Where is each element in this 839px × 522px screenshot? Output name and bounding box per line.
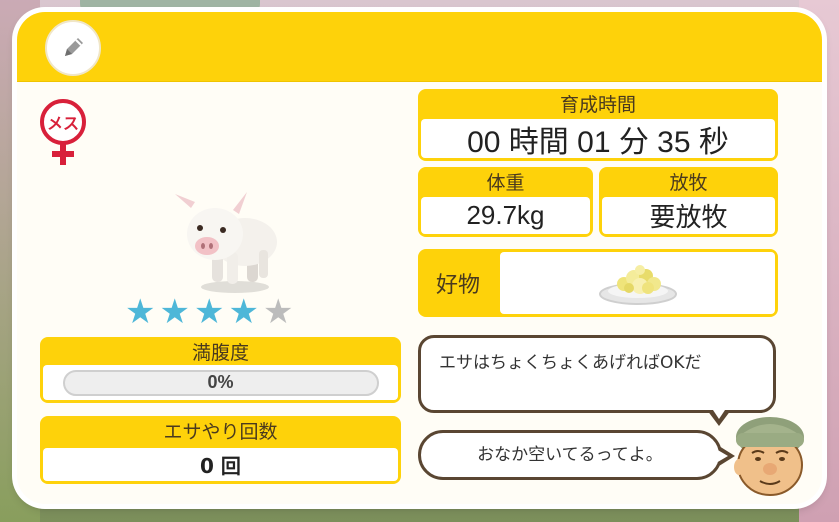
speech-bubble-tip: エサはちょくちょくあげればOKだ	[418, 335, 776, 413]
pencil-icon	[65, 38, 83, 56]
gender-label: メス	[47, 114, 79, 133]
feed-count-value: 0 回	[43, 448, 398, 481]
female-icon: メス	[40, 99, 86, 165]
animal-status-panel: メス ★ ★ ★ ★ ★ 満腹度 0% エサやり回数 0 回 育成時間 00 時…	[17, 12, 822, 504]
weight-box: 体重 29.7kg	[418, 167, 593, 237]
speech-bubble-status: おなか空いてるってよ。	[418, 430, 722, 480]
star-icon: ★	[193, 292, 225, 332]
weight-value: 29.7kg	[421, 197, 590, 234]
favorite-label: 好物	[435, 273, 480, 298]
growth-time-value: 00 時間 01 分 35 秒	[421, 119, 775, 159]
feed-count-box: エサやり回数 0 回	[40, 416, 401, 484]
feed-plate-icon	[598, 265, 677, 305]
feed-count-label: エサやり回数	[163, 420, 278, 443]
star-icon: ★	[228, 292, 259, 332]
grazing-box: 放牧 要放牧	[599, 167, 778, 237]
growth-time-box: 育成時間 00 時間 01 分 35 秒	[418, 89, 778, 161]
satiety-label: 満腹度	[191, 341, 249, 364]
favorite-food-box: 好物	[418, 249, 778, 317]
star-empty-icon: ★	[262, 292, 294, 332]
edit-name-button[interactable]	[45, 20, 101, 76]
growth-time-label: 育成時間	[559, 93, 636, 116]
star-icon: ★	[125, 292, 156, 332]
rating-stars: ★ ★ ★ ★ ★	[125, 295, 293, 329]
satiety-bar: 0%	[62, 369, 379, 396]
satiety-value: 0%	[207, 372, 234, 392]
pig-image	[175, 192, 277, 293]
grazing-label: 放牧	[669, 171, 708, 194]
panel-header	[17, 12, 822, 82]
weight-label: 体重	[486, 171, 525, 194]
grazing-value: 要放牧	[602, 197, 775, 234]
farmer-avatar	[734, 417, 804, 496]
star-icon: ★	[159, 292, 190, 332]
satiety-box: 満腹度 0%	[40, 337, 401, 403]
